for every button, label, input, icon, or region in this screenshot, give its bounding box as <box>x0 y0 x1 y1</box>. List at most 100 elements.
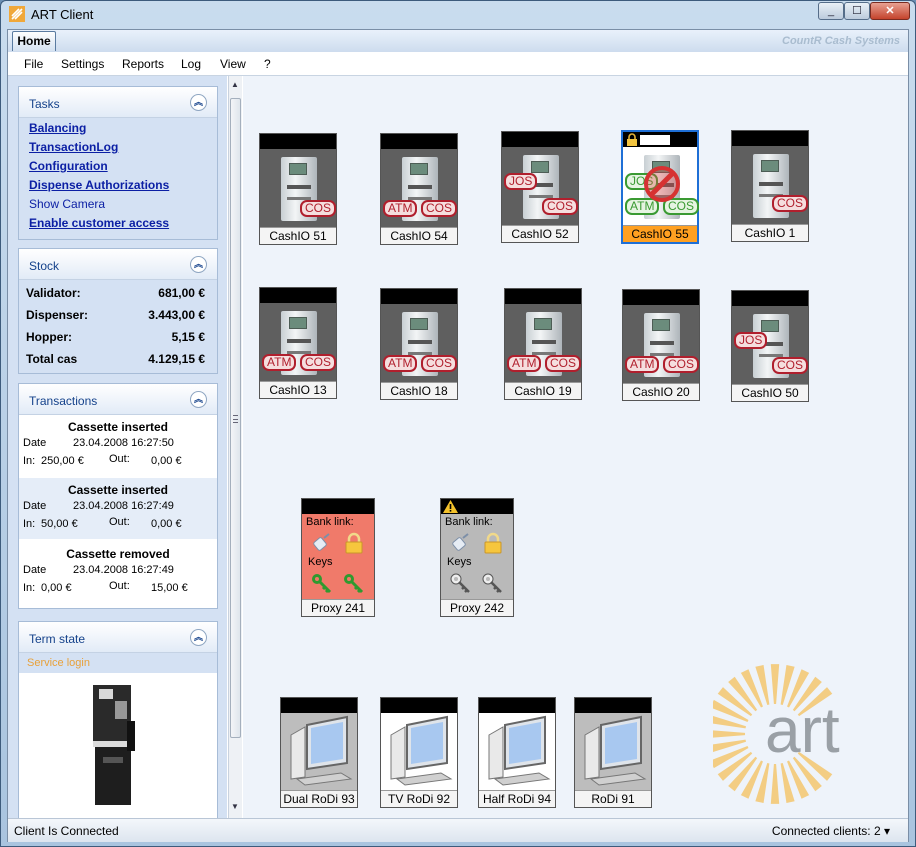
brand-text: CountR Cash Systems <box>782 35 900 47</box>
term-state-header[interactable]: Term state ︽ <box>19 622 217 653</box>
badge-cos: COS <box>772 357 809 374</box>
transaction-out: 15,00 € <box>151 582 188 594</box>
close-button[interactable]: ✕ <box>870 2 910 20</box>
terminal-tile-selected[interactable]: JOS ATM COS CashIO 55 <box>621 130 700 244</box>
transaction-out: 0,00 € <box>151 518 182 530</box>
rodi-tile[interactable]: Dual RoDi 93 <box>280 697 358 808</box>
badge-jos: JOS <box>734 332 768 349</box>
art-app-icon <box>9 6 25 22</box>
badge-cos: COS <box>421 355 458 372</box>
terminal-label: CashIO 13 <box>260 381 336 398</box>
transactions-header[interactable]: Transactions ︽ <box>19 384 217 415</box>
scroll-up-arrow-icon[interactable]: ▲ <box>231 80 239 89</box>
computer-icon <box>584 715 647 786</box>
badge-atm: ATM <box>625 356 660 373</box>
terminal-label: CashIO 51 <box>260 227 336 244</box>
rodi-tile[interactable]: TV RoDi 92 <box>380 697 458 808</box>
rodi-tile[interactable]: RoDi 91 <box>574 697 652 808</box>
scroll-down-arrow-icon[interactable]: ▼ <box>231 802 239 811</box>
proxy-label: Proxy 241 <box>302 599 374 616</box>
window-title: ART Client <box>31 7 94 22</box>
badge-atm: ATM <box>262 354 297 371</box>
rodi-label: Half RoDi 94 <box>479 790 555 807</box>
proxy-tile[interactable]: Bank link: Keys <box>301 498 375 617</box>
transaction-date: 23.04.2008 16:27:50 <box>73 437 174 449</box>
badge-cos: COS <box>300 200 337 217</box>
terminal-tile[interactable]: JOS COS CashIO 50 <box>731 290 809 402</box>
transaction-item[interactable]: Cassette removed Date 23.04.2008 16:27:4… <box>19 542 217 603</box>
ribbon: Home CountR Cash Systems <box>8 30 908 52</box>
terminal-tile[interactable]: ATM COS CashIO 54 <box>380 133 458 245</box>
collapse-icon[interactable]: ︽ <box>190 256 207 273</box>
stock-header[interactable]: Stock ︽ <box>19 249 217 280</box>
menu-file[interactable]: File <box>24 57 43 71</box>
connected-clients-dropdown[interactable]: Connected clients: 2 ▾ <box>772 824 890 838</box>
terminal-tile[interactable]: ATM COS CashIO 20 <box>622 289 700 401</box>
task-balancing-link[interactable]: Balancing <box>29 121 86 135</box>
stock-value: 3.443,00 € <box>148 308 205 322</box>
lock-icon <box>484 532 502 554</box>
terminal-tile[interactable]: COS CashIO 51 <box>259 133 337 245</box>
stock-value: 5,15 € <box>171 330 205 344</box>
menu-log[interactable]: Log <box>181 57 201 71</box>
badge-cos: COS <box>300 354 337 371</box>
collapse-icon[interactable]: ︽ <box>190 391 207 408</box>
transactions-panel: Transactions ︽ Cassette inserted Date 23… <box>18 383 218 609</box>
menu-help[interactable]: ? <box>264 57 271 71</box>
art-logo-text: art <box>765 694 840 766</box>
terminal-image <box>93 685 135 805</box>
computer-icon <box>488 715 551 786</box>
grip-icon <box>233 415 238 423</box>
out-label: Out: <box>109 516 130 528</box>
transaction-item[interactable]: Cassette inserted Date 23.04.2008 16:27:… <box>19 415 217 476</box>
task-configuration-link[interactable]: Configuration <box>29 159 108 173</box>
stock-label: Validator: <box>26 286 81 300</box>
terminal-label: CashIO 52 <box>502 225 578 242</box>
collapse-icon[interactable]: ︽ <box>190 629 207 646</box>
transaction-item[interactable]: Cassette inserted Date 23.04.2008 16:27:… <box>19 478 217 539</box>
badge-cos: COS <box>421 200 458 217</box>
badge-atm: ATM <box>383 200 418 217</box>
rodi-label: RoDi 91 <box>575 790 651 807</box>
blocked-icon <box>644 166 680 202</box>
term-state-panel: Term state ︽ Service login <box>18 621 218 818</box>
menu-reports[interactable]: Reports <box>122 57 164 71</box>
task-show-camera-link[interactable]: Show Camera <box>29 197 105 211</box>
terminal-tile[interactable]: JOS COS CashIO 52 <box>501 131 579 243</box>
sidebar-scrollbar[interactable]: ▲ ▼ <box>228 76 242 818</box>
badge-cos: COS <box>663 356 700 373</box>
bank-link-label: Bank link: <box>445 516 493 528</box>
date-label: Date <box>23 564 47 576</box>
stock-value: 4.129,15 € <box>148 352 205 366</box>
keys-label: Keys <box>308 556 333 568</box>
key-icon <box>344 574 364 594</box>
menu-settings[interactable]: Settings <box>61 57 104 71</box>
terminal-tile[interactable]: ATM COS CashIO 13 <box>259 287 337 399</box>
maximize-button[interactable]: ☐ <box>844 2 870 20</box>
client-area: Home CountR Cash Systems File Settings R… <box>7 29 909 842</box>
scroll-thumb[interactable] <box>230 98 241 738</box>
logo-ray <box>770 763 780 804</box>
task-enable-customer-access-link[interactable]: Enable customer access <box>29 216 169 230</box>
tasks-header[interactable]: Tasks ︽ <box>19 87 217 118</box>
service-login-link[interactable]: Service login <box>27 657 90 669</box>
date-label: Date <box>23 437 47 449</box>
terminal-tile[interactable]: ATM COS CashIO 18 <box>380 288 458 400</box>
menu-bar: File Settings Reports Log View ? <box>8 52 908 76</box>
terminal-tile[interactable]: ATM COS CashIO 19 <box>504 288 582 400</box>
badge-cos: COS <box>545 355 582 372</box>
transactions-title: Transactions <box>29 394 98 408</box>
collapse-icon[interactable]: ︽ <box>190 94 207 111</box>
terminal-label: CashIO 1 <box>732 224 808 241</box>
minimize-button[interactable]: _ <box>818 2 844 20</box>
task-transactionlog-link[interactable]: TransactionLog <box>29 140 118 154</box>
out-label: Out: <box>109 580 130 592</box>
title-bar[interactable]: ART Client _ ☐ ✕ <box>1 1 915 28</box>
terminal-tile[interactable]: COS CashIO 1 <box>731 130 809 242</box>
menu-view[interactable]: View <box>220 57 246 71</box>
task-dispense-authorizations-link[interactable]: Dispense Authorizations <box>29 178 169 192</box>
tab-home[interactable]: Home <box>12 31 56 51</box>
rodi-tile[interactable]: Half RoDi 94 <box>478 697 556 808</box>
proxy-tile[interactable]: Bank link: Keys <box>440 498 514 617</box>
in-label: In: <box>23 455 36 467</box>
